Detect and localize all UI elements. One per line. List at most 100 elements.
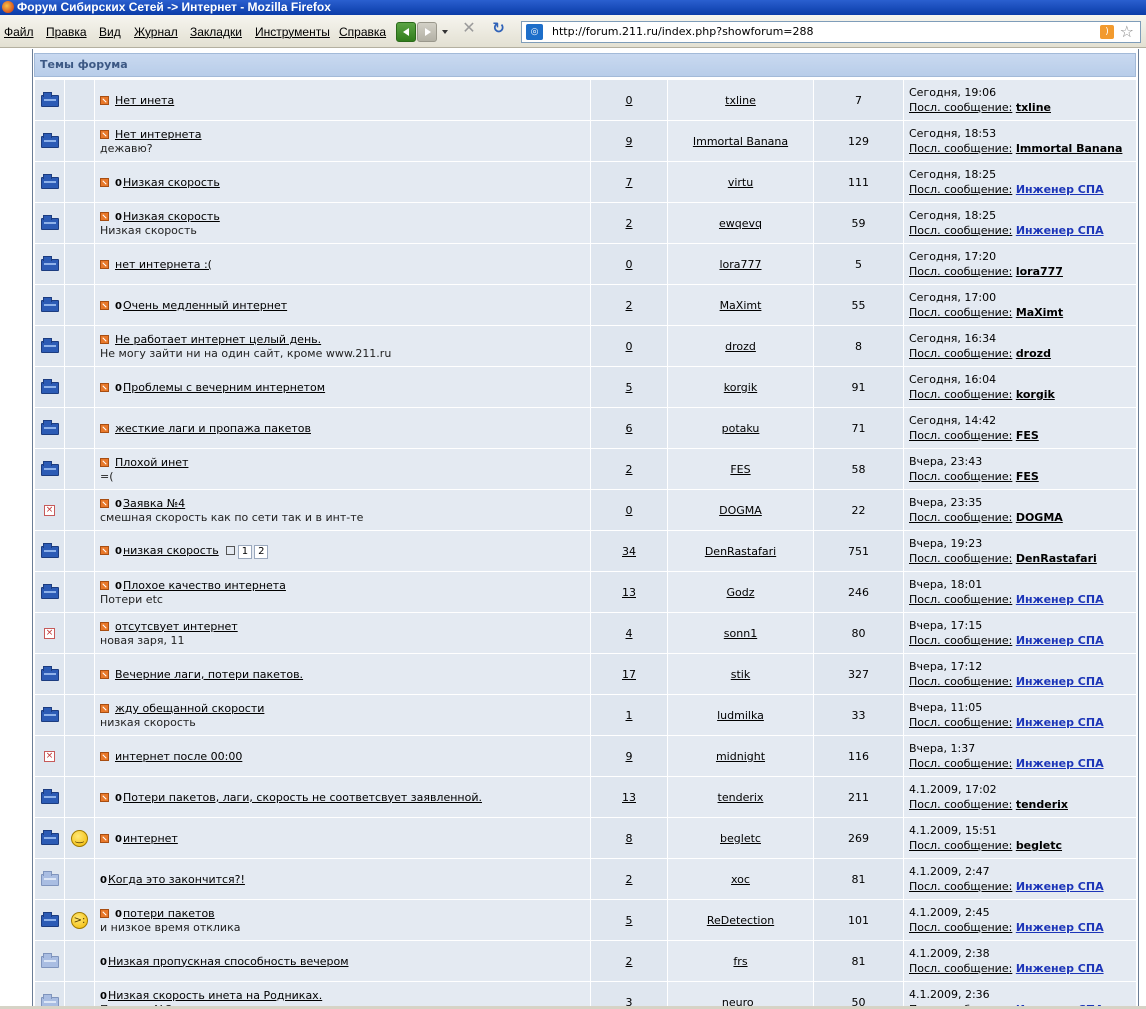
topic-title-link[interactable]: Нет инета bbox=[115, 94, 174, 107]
replies-link[interactable]: 5 bbox=[626, 914, 633, 927]
last-poster-link[interactable]: DenRastafari bbox=[1016, 552, 1097, 565]
topic-title-link[interactable]: отсутсвует интернет bbox=[115, 620, 238, 633]
replies-link[interactable]: 17 bbox=[622, 668, 636, 681]
last-post-label[interactable]: Посл. сообщение: bbox=[909, 798, 1012, 811]
replies-link[interactable]: 0 bbox=[626, 340, 633, 353]
go-to-new-post-icon[interactable] bbox=[100, 792, 109, 802]
topic-title-link[interactable]: Потери пакетов, лаги, скорость не соотве… bbox=[123, 791, 482, 804]
go-to-new-post-icon[interactable] bbox=[100, 177, 109, 187]
last-post-label[interactable]: Посл. сообщение: bbox=[909, 142, 1012, 155]
topic-title-link[interactable]: Проблемы с вечерним интернетом bbox=[123, 381, 325, 394]
go-to-new-post-icon[interactable] bbox=[100, 211, 109, 221]
back-button[interactable] bbox=[396, 22, 416, 42]
last-poster-link[interactable]: Инженер СПА bbox=[1016, 880, 1104, 893]
author-link[interactable]: ReDetection bbox=[707, 914, 774, 927]
topic-title-link[interactable]: нет интернета :( bbox=[115, 258, 212, 271]
topic-page-link[interactable]: 2 bbox=[254, 544, 269, 559]
replies-link[interactable]: 2 bbox=[626, 299, 633, 312]
go-to-new-post-icon[interactable] bbox=[100, 498, 109, 508]
replies-link[interactable]: 8 bbox=[626, 832, 633, 845]
replies-link[interactable]: 3 bbox=[626, 996, 633, 1007]
last-post-label[interactable]: Посл. сообщение: bbox=[909, 880, 1012, 893]
topic-title-link[interactable]: Когда это закончится?! bbox=[108, 873, 245, 886]
author-link[interactable]: MaXimt bbox=[720, 299, 762, 312]
last-poster-link[interactable]: MaXimt bbox=[1016, 306, 1063, 319]
author-link[interactable]: Godz bbox=[726, 586, 754, 599]
last-post-label[interactable]: Посл. сообщение: bbox=[909, 306, 1012, 319]
last-poster-link[interactable]: Инженер СПА bbox=[1016, 921, 1104, 934]
author-link[interactable]: virtu bbox=[728, 176, 753, 189]
topic-title-link[interactable]: Низкая скорость bbox=[123, 176, 220, 189]
replies-link[interactable]: 34 bbox=[622, 545, 636, 558]
menu-view[interactable]: Вид bbox=[99, 25, 121, 39]
go-to-new-post-icon[interactable] bbox=[100, 423, 109, 433]
replies-link[interactable]: 0 bbox=[626, 504, 633, 517]
last-poster-link[interactable]: txline bbox=[1016, 101, 1051, 114]
topic-title-link[interactable]: Не работает интернет целый день. bbox=[115, 333, 321, 346]
last-post-label[interactable]: Посл. сообщение: bbox=[909, 716, 1012, 729]
topic-title-link[interactable]: низкая скорость bbox=[123, 544, 219, 557]
last-poster-link[interactable]: Инженер СПА bbox=[1016, 757, 1104, 770]
topic-title-link[interactable]: Плохое качество интернета bbox=[123, 579, 286, 592]
replies-link[interactable]: 13 bbox=[622, 586, 636, 599]
last-poster-link[interactable]: Immortal Banana bbox=[1016, 142, 1123, 155]
topic-title-link[interactable]: жесткие лаги и пропажа пакетов bbox=[115, 422, 311, 435]
author-link[interactable]: ludmilka bbox=[717, 709, 764, 722]
go-to-new-post-icon[interactable] bbox=[100, 833, 109, 843]
bookmark-star-icon[interactable]: ☆ bbox=[1120, 22, 1134, 42]
author-link[interactable]: stik bbox=[731, 668, 750, 681]
last-post-label[interactable]: Посл. сообщение: bbox=[909, 675, 1012, 688]
replies-link[interactable]: 2 bbox=[626, 873, 633, 886]
replies-link[interactable]: 2 bbox=[626, 955, 633, 968]
go-to-new-post-icon[interactable] bbox=[100, 259, 109, 269]
last-poster-link[interactable]: lora777 bbox=[1016, 265, 1063, 278]
last-post-label[interactable]: Посл. сообщение: bbox=[909, 101, 1012, 114]
rss-feed-icon[interactable]: ) bbox=[1100, 25, 1114, 39]
author-link[interactable]: drozd bbox=[725, 340, 756, 353]
go-to-new-post-icon[interactable] bbox=[100, 382, 109, 392]
go-to-new-post-icon[interactable] bbox=[100, 580, 109, 590]
last-poster-link[interactable]: Инженер СПА bbox=[1016, 634, 1104, 647]
last-post-label[interactable]: Посл. сообщение: bbox=[909, 962, 1012, 975]
go-to-new-post-icon[interactable] bbox=[100, 95, 109, 105]
author-link[interactable]: FES bbox=[730, 463, 750, 476]
last-post-label[interactable]: Посл. сообщение: bbox=[909, 347, 1012, 360]
replies-link[interactable]: 2 bbox=[626, 217, 633, 230]
author-link[interactable]: sonn1 bbox=[724, 627, 757, 640]
last-post-label[interactable]: Посл. сообщение: bbox=[909, 429, 1012, 442]
replies-link[interactable]: 6 bbox=[626, 422, 633, 435]
topic-title-link[interactable]: потери пакетов bbox=[123, 907, 215, 920]
last-poster-link[interactable]: korgik bbox=[1016, 388, 1055, 401]
author-link[interactable]: ewqevq bbox=[719, 217, 762, 230]
menu-help[interactable]: Справка bbox=[339, 25, 386, 39]
topic-title-link[interactable]: Вечерние лаги, потери пакетов. bbox=[115, 668, 303, 681]
last-post-label[interactable]: Посл. сообщение: bbox=[909, 511, 1012, 524]
author-link[interactable]: tenderix bbox=[718, 791, 764, 804]
last-poster-link[interactable]: drozd bbox=[1016, 347, 1051, 360]
last-poster-link[interactable]: tenderix bbox=[1016, 798, 1068, 811]
author-link[interactable]: frs bbox=[733, 955, 747, 968]
reload-icon[interactable]: ↻ bbox=[490, 20, 507, 37]
address-bar[interactable]: ◎ http://forum.211.ru/index.php?showforu… bbox=[521, 21, 1141, 43]
replies-link[interactable]: 5 bbox=[626, 381, 633, 394]
menu-file[interactable]: Файл bbox=[4, 25, 34, 39]
last-poster-link[interactable]: FES bbox=[1016, 470, 1039, 483]
menu-history[interactable]: Журнал bbox=[134, 25, 178, 39]
replies-link[interactable]: 2 bbox=[626, 463, 633, 476]
author-link[interactable]: korgik bbox=[724, 381, 757, 394]
go-to-new-post-icon[interactable] bbox=[100, 457, 109, 467]
topic-title-link[interactable]: Заявка №4 bbox=[123, 497, 185, 510]
last-post-label[interactable]: Посл. сообщение: bbox=[909, 224, 1012, 237]
last-post-label[interactable]: Посл. сообщение: bbox=[909, 839, 1012, 852]
author-link[interactable]: potaku bbox=[722, 422, 760, 435]
topic-title-link[interactable]: Низкая скорость bbox=[123, 210, 220, 223]
last-post-label[interactable]: Посл. сообщение: bbox=[909, 265, 1012, 278]
topic-title-link[interactable]: жду обещанной скорости bbox=[115, 702, 264, 715]
last-poster-link[interactable]: DOGMA bbox=[1016, 511, 1063, 524]
author-link[interactable]: begletc bbox=[720, 832, 761, 845]
topic-title-link[interactable]: Очень медленный интернет bbox=[123, 299, 287, 312]
author-link[interactable]: DOGMA bbox=[719, 504, 762, 517]
last-post-label[interactable]: Посл. сообщение: bbox=[909, 593, 1012, 606]
topic-title-link[interactable]: Низкая скорость инета на Родниках. bbox=[108, 989, 322, 1002]
last-post-label[interactable]: Посл. сообщение: bbox=[909, 921, 1012, 934]
